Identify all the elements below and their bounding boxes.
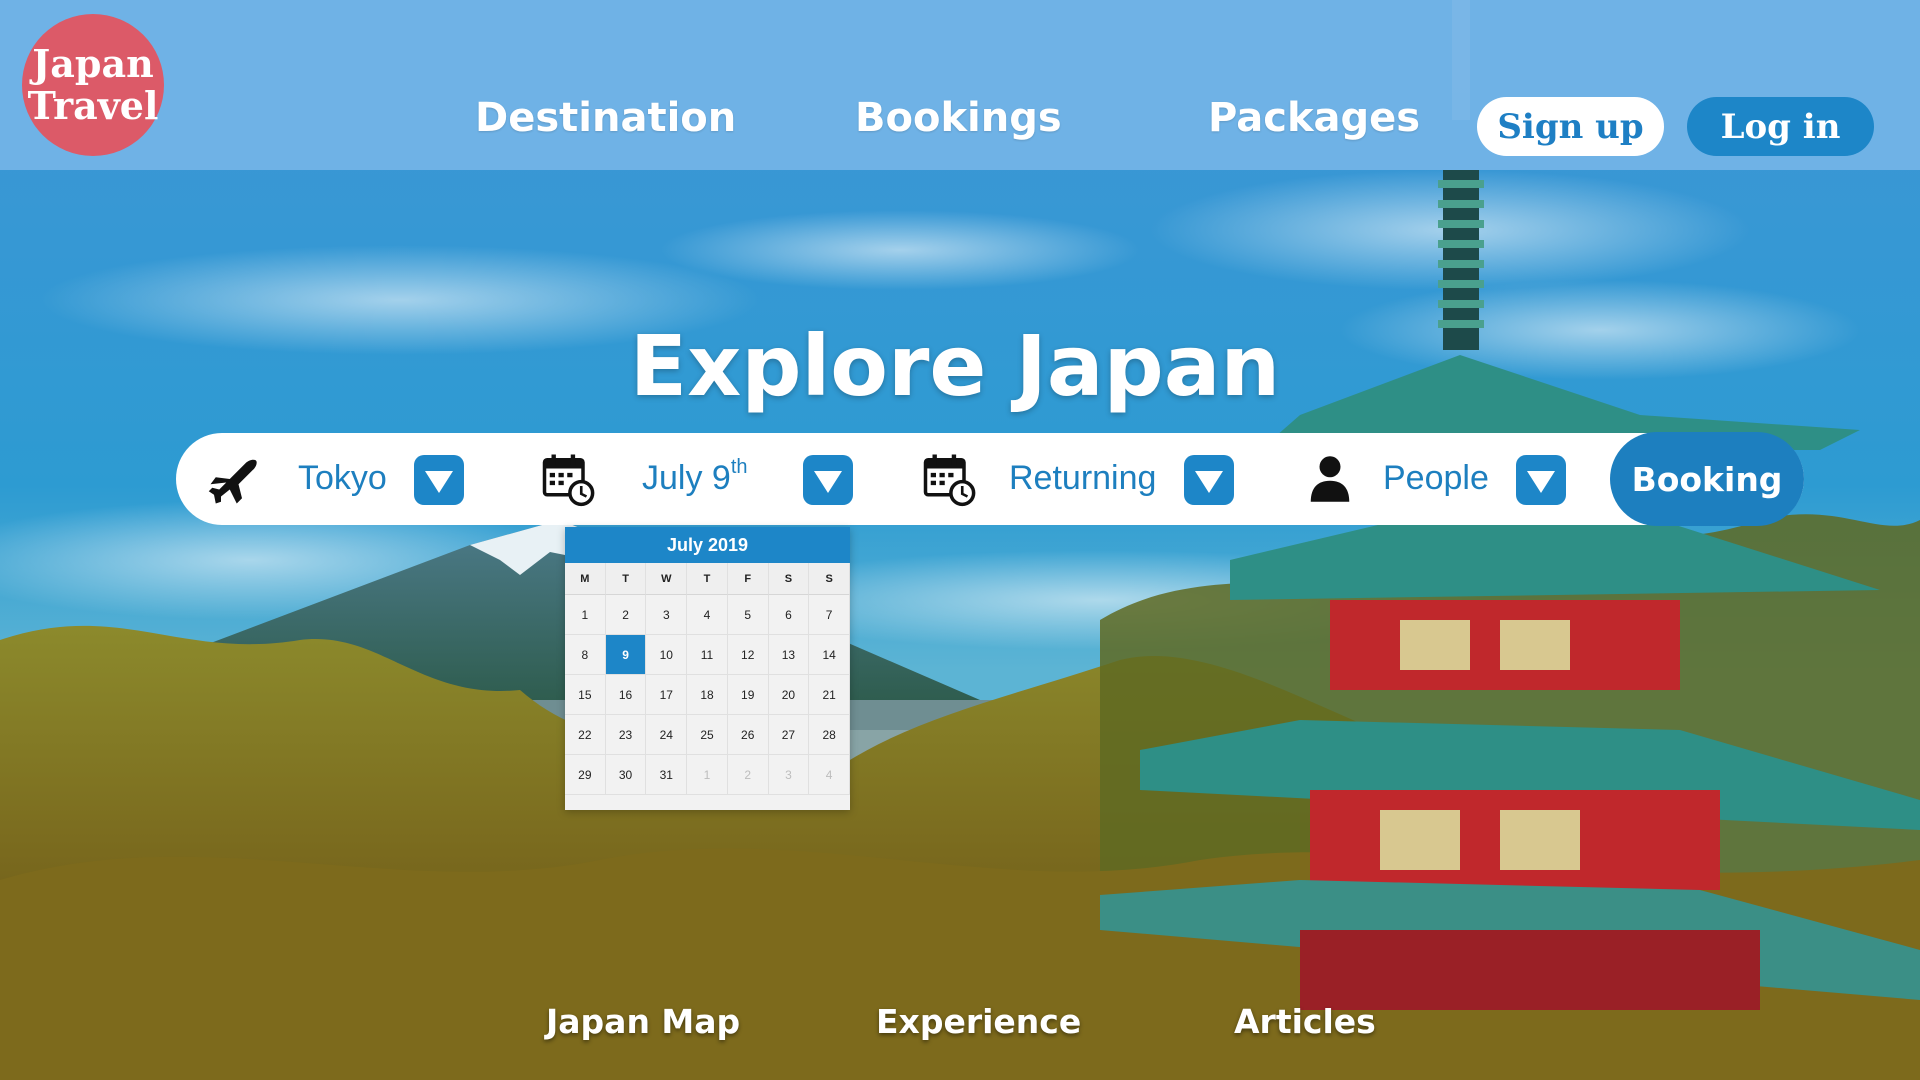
calendar-day-selected[interactable]: 9 (605, 635, 647, 675)
calendar-grid: M T W T F S S 1 2 3 4 5 6 7 8 9 10 11 12 13 14 15 16 17 1… (565, 563, 850, 795)
depart-date-value: July 9 (642, 459, 731, 497)
logo-line-1: Japan (32, 41, 154, 86)
footer-link-japan-map[interactable]: Japan Map (546, 1002, 740, 1041)
airplane-icon (208, 459, 257, 504)
logo-line-2: Travel (27, 83, 159, 128)
nav-packages[interactable]: Packages (1208, 98, 1420, 138)
calendar-day[interactable]: 18 (687, 675, 728, 715)
calendar-day[interactable]: 8 (565, 635, 606, 675)
weekday-header: T (687, 563, 728, 595)
weekday-header: W (646, 563, 688, 595)
calendar-day[interactable]: 2 (605, 595, 647, 635)
calendar-day[interactable]: 2 (727, 755, 769, 795)
calendar-day[interactable]: 22 (565, 715, 606, 755)
calendar-day[interactable]: 7 (809, 595, 850, 635)
people-dropdown-button[interactable] (1516, 455, 1566, 505)
weekday-header: S (768, 563, 810, 595)
date-picker-calendar: July 2019 M T W T F S S 1 2 3 4 5 6 7 8 9 10 11 12 1… (565, 527, 850, 810)
calendar-day[interactable]: 15 (565, 675, 606, 715)
calendar-day[interactable]: 24 (646, 715, 688, 755)
calendar-day[interactable]: 21 (809, 675, 850, 715)
calendar-day[interactable]: 4 (809, 755, 850, 795)
calendar-day[interactable]: 14 (809, 635, 850, 675)
return-date-select[interactable]: Returning (1009, 455, 1156, 501)
footer-link-articles[interactable]: Articles (1234, 1002, 1376, 1041)
calendar-day[interactable]: 30 (605, 755, 647, 795)
calendar-day[interactable]: 26 (727, 715, 769, 755)
signup-button[interactable]: Sign up (1477, 97, 1664, 156)
calendar-day[interactable]: 29 (565, 755, 606, 795)
weekday-header: S (809, 563, 850, 595)
people-select[interactable]: People (1383, 455, 1489, 501)
login-button[interactable]: Log in (1687, 97, 1874, 156)
return-dropdown-button[interactable] (1184, 455, 1234, 505)
calendar-day[interactable]: 11 (687, 635, 728, 675)
depart-dropdown-button[interactable] (803, 455, 853, 505)
nav-bookings[interactable]: Bookings (855, 98, 1062, 138)
calendar-day[interactable]: 25 (687, 715, 728, 755)
calendar-clock-icon (542, 454, 595, 507)
calendar-day[interactable]: 13 (768, 635, 810, 675)
depart-date-select[interactable]: July 9th (642, 455, 748, 501)
calendar-month-title: July 2019 (565, 527, 850, 563)
calendar-day[interactable]: 4 (687, 595, 728, 635)
nav-destination[interactable]: Destination (475, 98, 736, 138)
booking-button[interactable]: Booking (1610, 432, 1804, 526)
depart-date-suffix: th (730, 456, 748, 478)
origin-select[interactable]: Tokyo (298, 455, 387, 501)
calendar-day[interactable]: 28 (809, 715, 850, 755)
origin-dropdown-button[interactable] (414, 455, 464, 505)
calendar-day[interactable]: 23 (605, 715, 647, 755)
calendar-day[interactable]: 17 (646, 675, 688, 715)
footer-link-experience[interactable]: Experience (876, 1002, 1081, 1041)
weekday-header: M (565, 563, 606, 595)
calendar-clock-icon (923, 454, 976, 507)
calendar-day[interactable]: 27 (768, 715, 810, 755)
booking-search-bar: Tokyo July 9th Returning People Booking (176, 432, 1804, 526)
calendar-day[interactable]: 19 (727, 675, 769, 715)
calendar-day[interactable]: 3 (646, 595, 688, 635)
calendar-day[interactable]: 5 (727, 595, 769, 635)
calendar-day[interactable]: 1 (687, 755, 728, 795)
calendar-day[interactable]: 20 (768, 675, 810, 715)
calendar-day[interactable]: 16 (605, 675, 647, 715)
calendar-day[interactable]: 6 (768, 595, 810, 635)
calendar-day[interactable]: 1 (565, 595, 606, 635)
japan-travel-logo[interactable]: Japan Travel (22, 14, 164, 156)
weekday-header: F (727, 563, 769, 595)
calendar-day[interactable]: 3 (768, 755, 810, 795)
person-icon (1310, 456, 1350, 502)
calendar-day[interactable]: 12 (727, 635, 769, 675)
hero-title: Explore Japan (629, 317, 1281, 415)
weekday-header: T (605, 563, 647, 595)
calendar-day[interactable]: 31 (646, 755, 688, 795)
calendar-day[interactable]: 10 (646, 635, 688, 675)
